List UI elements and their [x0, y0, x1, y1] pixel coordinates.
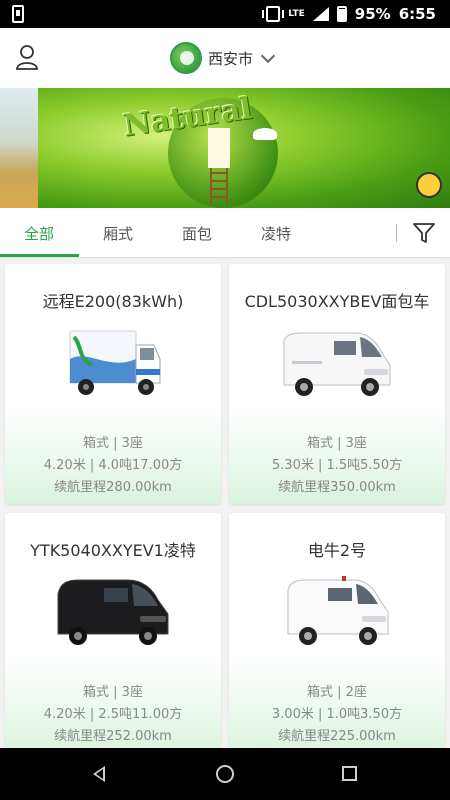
vehicle-range: 续航里程225.00km: [278, 729, 396, 744]
white-van-image: [283, 332, 391, 396]
vehicle-range: 续航里程280.00km: [54, 480, 172, 495]
vehicle-specs: 4.20米 | 4.0吨17.00方: [43, 458, 183, 473]
vehicle-name: CDL5030XXYBEV面包车: [244, 292, 430, 311]
tab-all[interactable]: 全部: [24, 223, 54, 244]
chevron-down-icon: [260, 48, 276, 63]
vehicle-card[interactable]: CDL5030XXYBEV面包车 箱式 | 3座 5.30米 | 1.5吨5.5…: [229, 264, 445, 504]
home-icon[interactable]: [216, 765, 234, 783]
system-nav-bar: [0, 748, 450, 800]
banner-door-graphic: [208, 128, 230, 168]
vehicle-grid: 远程E200(83kWh) 箱式 | 3座 4.20米 | 4.0吨17.00方…: [0, 259, 450, 748]
city-name: 西安市: [208, 49, 254, 68]
vehicle-type-seats: 箱式 | 3座: [83, 685, 143, 700]
signal-icon: [312, 7, 329, 21]
recent-apps-icon[interactable]: [342, 766, 357, 781]
vehicle-card[interactable]: YTK5040XXYEV1凌特 箱式 | 3座 4.20米 | 2.5吨11.0…: [5, 513, 221, 748]
banner-ladder-graphic: [210, 168, 228, 204]
active-tab-indicator: [0, 254, 79, 257]
vehicle-specs: 3.00米 | 1.0吨3.50方: [271, 707, 403, 722]
network-type: LTE: [288, 8, 305, 19]
vehicle-name: 电牛2号: [307, 541, 367, 560]
vibrate-icon: [262, 6, 285, 22]
category-tabs: 全部 厢式 面包 凌特: [0, 208, 450, 258]
battery-percent: 95%: [354, 5, 391, 23]
banner-bird-graphic: [253, 128, 277, 140]
vehicle-name: YTK5040XXYEV1凌特: [30, 541, 196, 560]
tab-sprinter[interactable]: 凌特: [261, 223, 291, 244]
app-header: 西安市: [0, 28, 450, 88]
battery-icon: [336, 6, 347, 22]
tab-box[interactable]: 厢式: [103, 223, 133, 244]
notification-icon: [12, 5, 24, 23]
vehicle-card[interactable]: 远程E200(83kWh) 箱式 | 3座 4.20米 | 4.0吨17.00方…: [5, 264, 221, 504]
banner-badge-icon: [416, 172, 442, 198]
banner-image: Natural: [38, 88, 450, 208]
black-van-image: [57, 579, 169, 645]
banner-prev-slide: [0, 88, 38, 208]
vehicle-range: 续航里程252.00km: [54, 729, 172, 744]
vehicle-specs: 5.30米 | 1.5吨5.50方: [271, 458, 403, 473]
app-logo: [170, 42, 202, 74]
white-minivan-image: [287, 576, 389, 645]
promo-banner[interactable]: Natural: [0, 88, 450, 208]
vehicle-card[interactable]: 电牛2号 箱式 | 2座 3.00米 | 1.0吨3.50方 续航里程225.0…: [229, 513, 445, 748]
vehicle-type-seats: 箱式 | 2座: [307, 685, 367, 700]
vehicle-type-seats: 箱式 | 3座: [307, 436, 367, 451]
filter-icon[interactable]: [412, 221, 436, 245]
clock: 6:55: [398, 5, 436, 23]
status-bar: LTE 95% 6:55: [0, 0, 450, 28]
user-icon[interactable]: [15, 44, 39, 70]
vehicle-specs: 4.20米 | 2.5吨11.00方: [43, 707, 183, 722]
vehicle-type-seats: 箱式 | 3座: [83, 436, 143, 451]
tab-divider: [396, 224, 397, 242]
back-icon[interactable]: [93, 766, 105, 782]
vehicle-range: 续航里程350.00km: [278, 480, 396, 495]
box-truck-image: [69, 330, 161, 395]
status-right: LTE 95% 6:55: [262, 0, 436, 28]
vehicle-name: 远程E200(83kWh): [42, 292, 184, 311]
tab-van[interactable]: 面包: [182, 223, 212, 244]
city-selector[interactable]: 西安市: [170, 40, 276, 76]
